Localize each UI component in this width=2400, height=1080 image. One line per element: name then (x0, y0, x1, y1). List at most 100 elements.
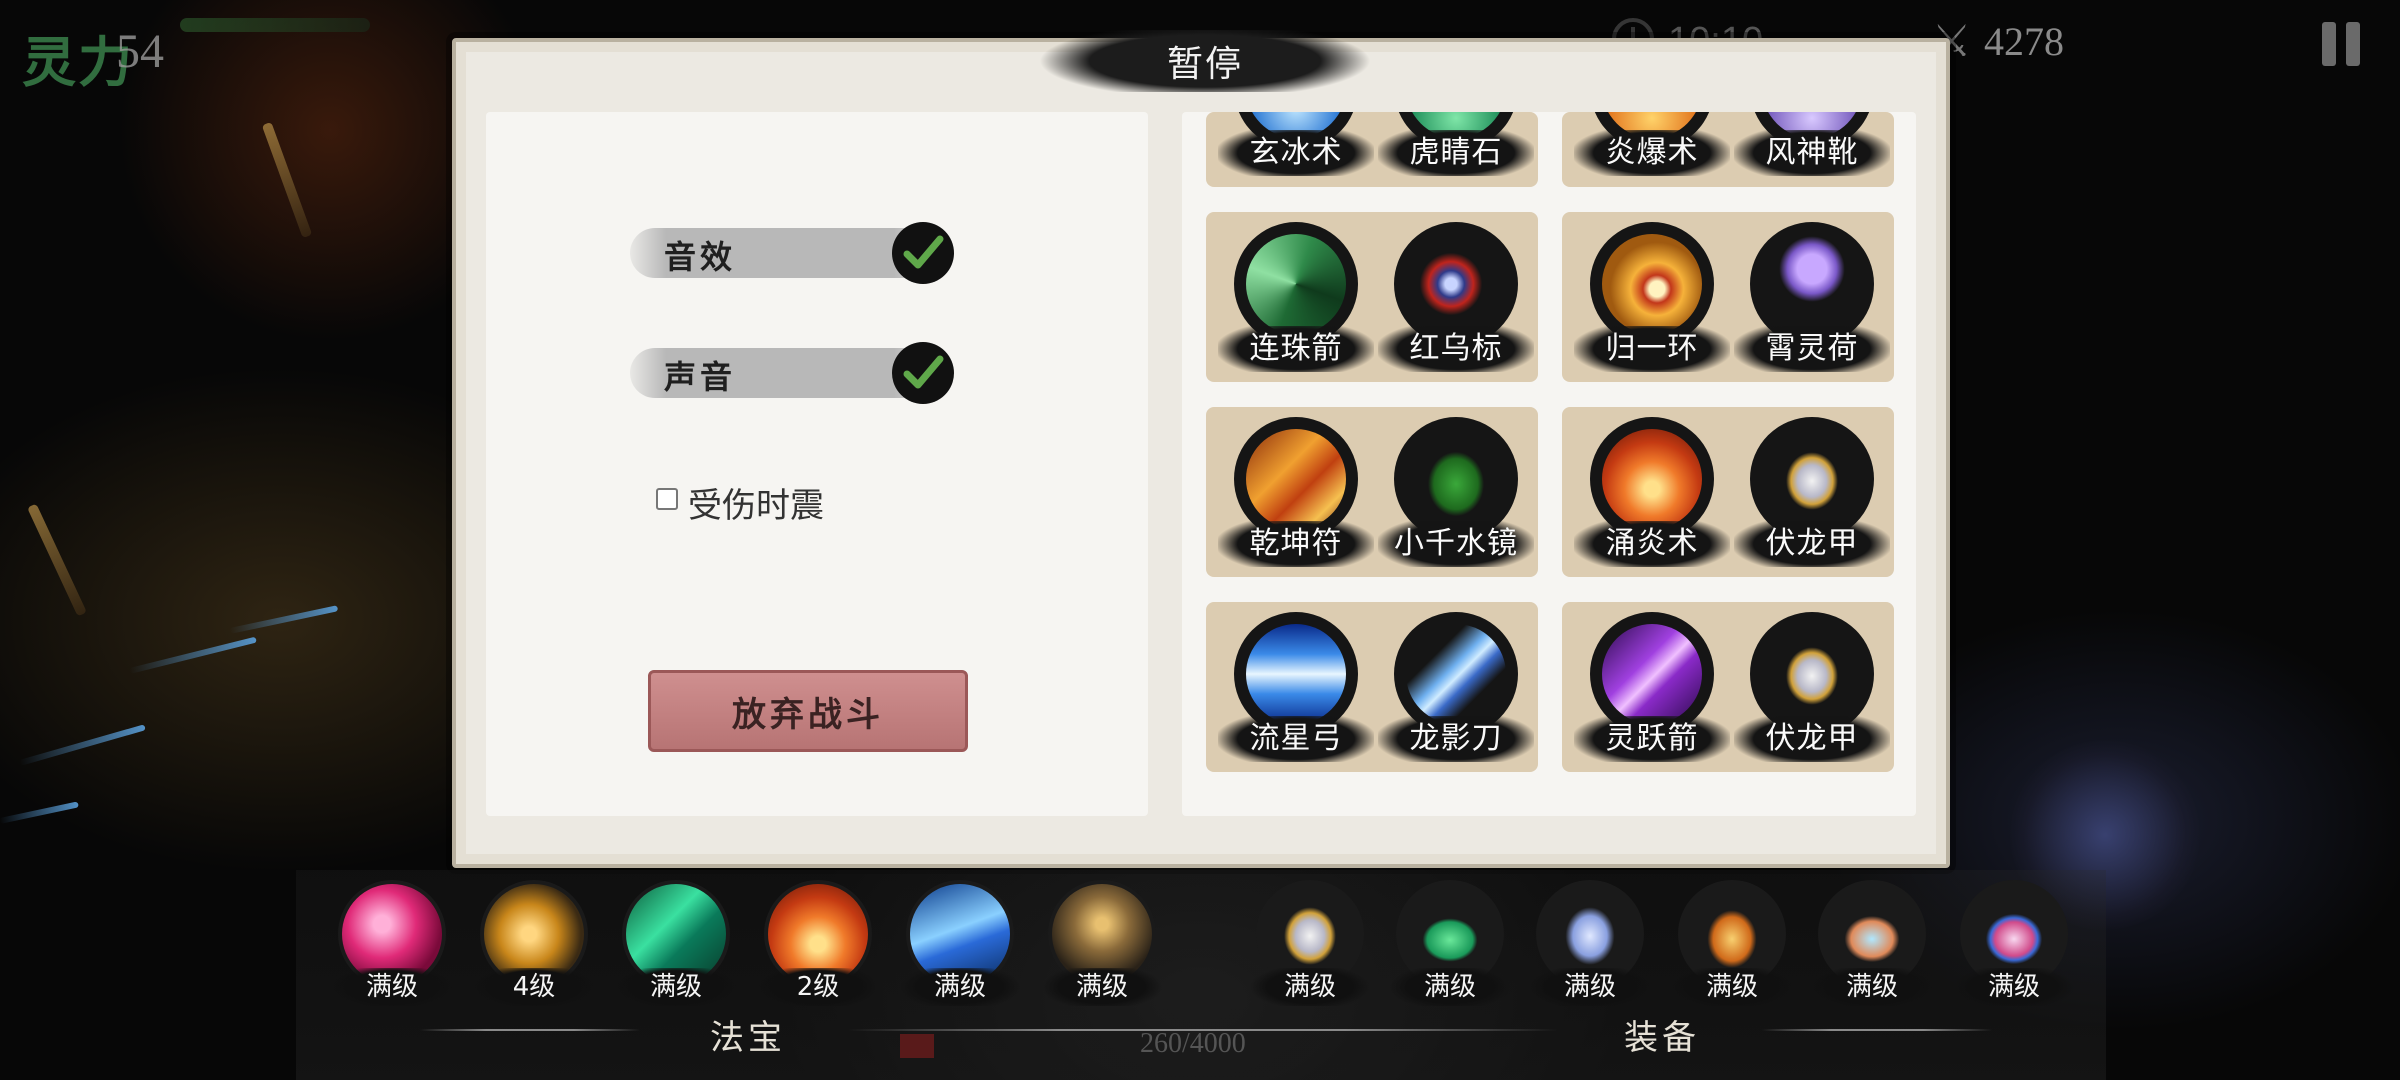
kill-count: 4278 (1984, 19, 2064, 64)
combo-item-name: 炎爆术 (1574, 130, 1730, 176)
fabao-section-label: 法宝 (710, 1018, 786, 1058)
combo-item: 霄灵荷 (1734, 222, 1890, 372)
combo-card[interactable]: 连珠箭 红乌标 (1206, 212, 1538, 382)
pause-icon (2322, 22, 2336, 66)
checkmark-icon[interactable] (892, 342, 954, 404)
background-dagger-icon (261, 121, 313, 239)
sound-effects-toggle[interactable]: 音效 (630, 222, 970, 284)
flying-sword-icon (129, 636, 257, 674)
spirit-ring-icon (1602, 234, 1702, 334)
slot-level: 满级 (616, 968, 736, 1006)
slot-level: 满级 (1530, 968, 1650, 1006)
combo-item: 玄冰术 (1218, 112, 1374, 176)
slot-level: 4级 (474, 968, 594, 1006)
checkmark-icon[interactable] (892, 222, 954, 284)
fabao-slot[interactable]: 满级 (900, 880, 1020, 1010)
slot-level: 满级 (1390, 968, 1510, 1006)
combo-item: 龙影刀 (1378, 612, 1534, 762)
sound-effects-label: 音效 (664, 238, 737, 276)
abandon-battle-button[interactable]: 放弃战斗 (648, 670, 968, 752)
combo-item-name: 伏龙甲 (1734, 716, 1890, 762)
combo-item: 归一环 (1574, 222, 1730, 372)
dragon-blade-icon (1406, 624, 1506, 724)
combo-item: 伏龙甲 (1734, 612, 1890, 762)
dragon-armor-icon (1762, 624, 1862, 724)
fabao-slot[interactable]: 4级 (474, 880, 594, 1010)
combo-card[interactable]: 灵跃箭 伏龙甲 (1562, 602, 1894, 772)
combo-item: 小千水镜 (1378, 417, 1534, 567)
vibrate-option[interactable]: 受伤时震 (656, 478, 824, 527)
background-dagger-icon (27, 503, 87, 617)
voice-label: 声音 (664, 358, 737, 396)
combo-item-name: 灵跃箭 (1574, 716, 1730, 762)
lingli-value: 54 (116, 25, 164, 78)
dragon-armor-icon (1762, 429, 1862, 529)
fabao-slot[interactable]: 满级 (1042, 880, 1162, 1010)
fabao-slot[interactable]: 2级 (758, 880, 878, 1010)
combo-item-name: 风神靴 (1734, 130, 1890, 176)
combo-card[interactable]: 玄冰术 虎睛石 (1206, 112, 1538, 187)
equip-section-label: 装备 (1624, 1018, 1700, 1058)
combo-item: 灵跃箭 (1574, 612, 1730, 762)
flying-sword-icon (19, 724, 146, 766)
combo-item: 涌炎术 (1574, 417, 1730, 567)
combo-item: 伏龙甲 (1734, 417, 1890, 567)
combo-card[interactable]: 归一环 霄灵荷 (1562, 212, 1894, 382)
combo-card[interactable]: 流星弓 龙影刀 (1206, 602, 1538, 772)
slot-level: 2级 (758, 968, 878, 1006)
combo-card[interactable]: 涌炎术 伏龙甲 (1562, 407, 1894, 577)
slot-level: 满级 (900, 968, 1020, 1006)
combo-item-name: 玄冰术 (1218, 130, 1374, 176)
vibrate-checkbox[interactable] (656, 487, 678, 510)
water-mirror-icon (1406, 429, 1506, 529)
equip-slot[interactable]: 满级 (1812, 880, 1932, 1010)
voice-toggle[interactable]: 声音 (630, 342, 970, 404)
combo-item-name: 红乌标 (1378, 326, 1534, 372)
slot-level: 满级 (1672, 968, 1792, 1006)
triple-arrow-icon (1246, 234, 1346, 334)
combo-item-name: 涌炎术 (1574, 521, 1730, 567)
slot-level: 满级 (1812, 968, 1932, 1006)
combo-item-name: 小千水镜 (1378, 521, 1534, 567)
combo-item-name: 霄灵荷 (1734, 326, 1890, 372)
slot-level: 满级 (1954, 968, 2074, 1006)
equip-slot[interactable]: 满级 (1530, 880, 1650, 1010)
health-bar (180, 18, 370, 32)
fabao-slot[interactable]: 满级 (332, 880, 452, 1010)
combo-item-name: 伏龙甲 (1734, 521, 1890, 567)
equip-slot[interactable]: 满级 (1390, 880, 1510, 1010)
flame-surge-icon (1602, 429, 1702, 529)
flying-sword-icon (229, 605, 339, 634)
slot-level: 满级 (1250, 968, 1370, 1006)
spirit-arrow-icon (1602, 624, 1702, 724)
combo-card[interactable]: 乾坤符 小千水镜 (1206, 407, 1538, 577)
combo-item: 炎爆术 (1574, 112, 1730, 176)
meteor-bow-icon (1246, 624, 1346, 724)
combo-item-name: 虎睛石 (1378, 130, 1534, 176)
combo-item-name: 归一环 (1574, 326, 1730, 372)
xp-progress-fill (900, 1034, 934, 1058)
combo-item-name: 流星弓 (1218, 716, 1374, 762)
pause-button[interactable] (2320, 22, 2364, 66)
section-divider (420, 1029, 640, 1031)
combo-item: 风神靴 (1734, 112, 1890, 176)
equip-slot[interactable]: 满级 (1954, 880, 2074, 1010)
dialog-title: 暂停 (1040, 30, 1370, 92)
xp-progress-text: 260/4000 (1140, 1028, 1246, 1059)
slot-level: 满级 (1042, 968, 1162, 1006)
lotus-pot-icon (1762, 234, 1862, 334)
combo-item-name: 乾坤符 (1218, 521, 1374, 567)
combo-item: 虎睛石 (1378, 112, 1534, 176)
combo-item: 流星弓 (1218, 612, 1374, 762)
equip-slot[interactable]: 满级 (1672, 880, 1792, 1010)
equip-slot[interactable]: 满级 (1250, 880, 1370, 1010)
combo-item-name: 连珠箭 (1218, 326, 1374, 372)
section-divider (1762, 1029, 1992, 1031)
slot-level: 满级 (332, 968, 452, 1006)
fabao-slot[interactable]: 满级 (616, 880, 736, 1010)
combo-card[interactable]: 炎爆术 风神靴 (1562, 112, 1894, 187)
combo-item: 连珠箭 (1218, 222, 1374, 372)
combo-item: 红乌标 (1378, 222, 1534, 372)
flying-sword-icon (0, 801, 79, 824)
talisman-icon (1246, 429, 1346, 529)
